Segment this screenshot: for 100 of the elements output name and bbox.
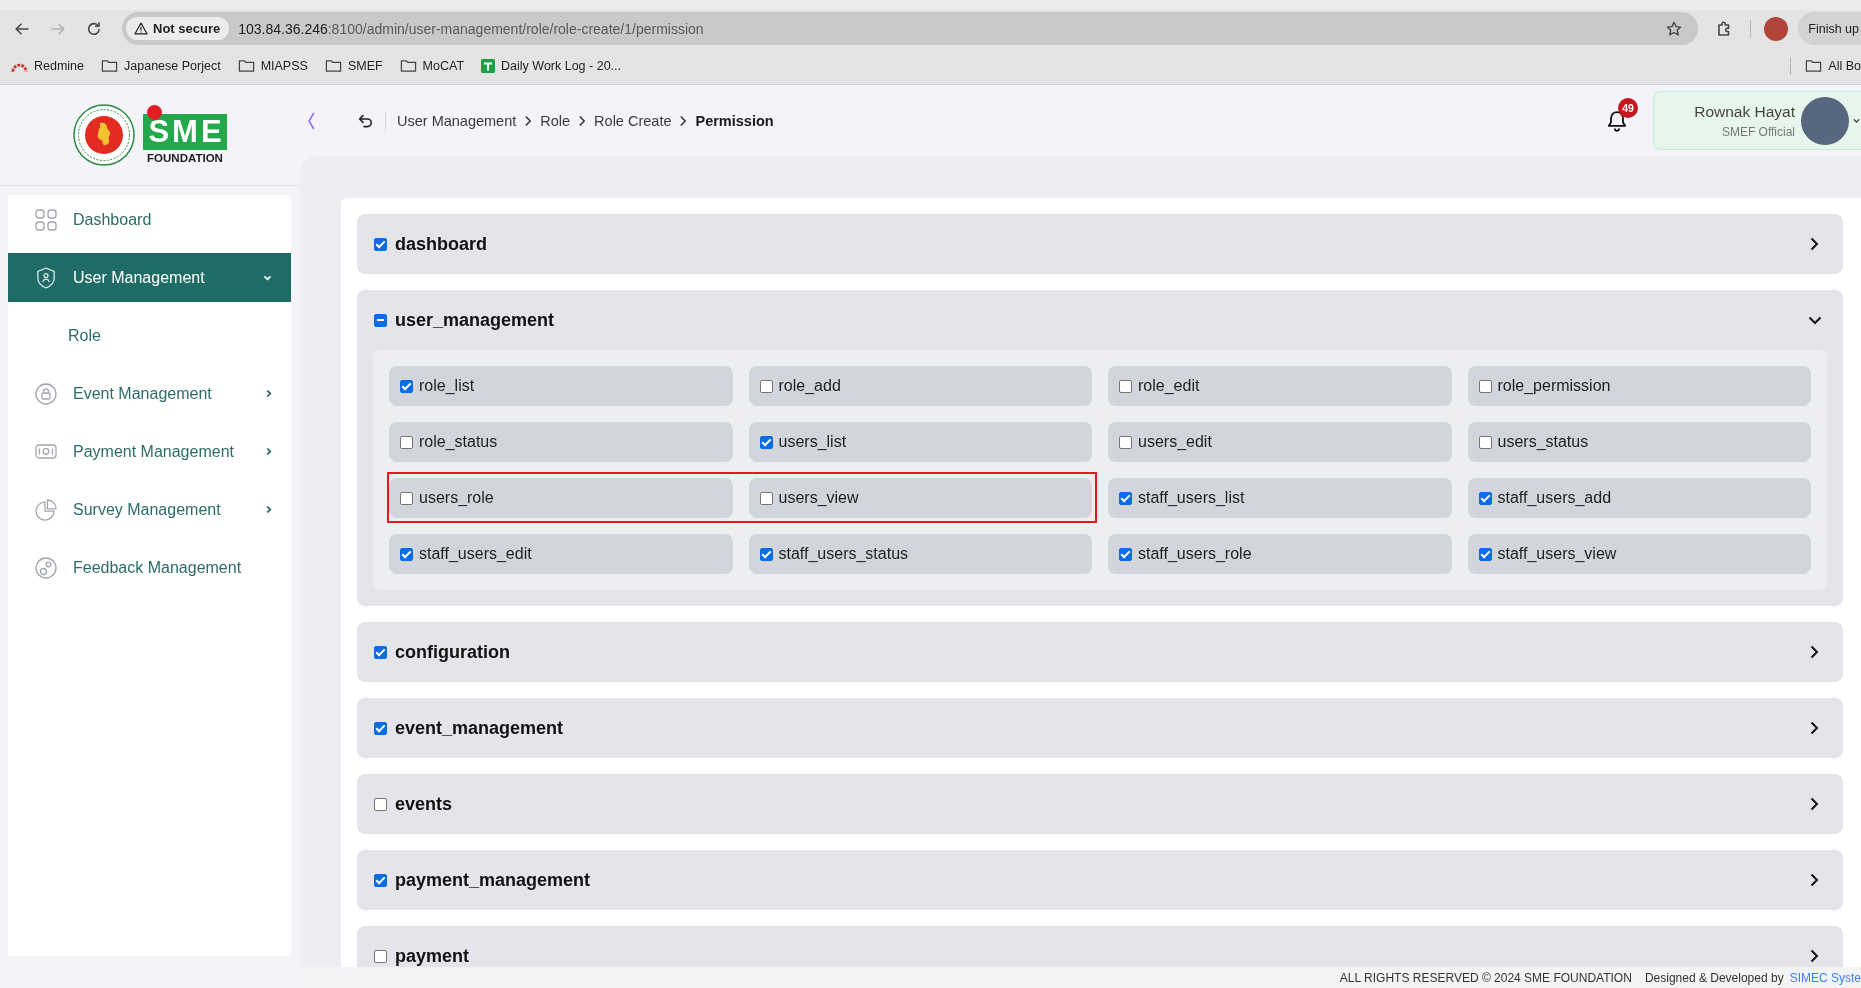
section-title[interactable]: user_management	[395, 309, 555, 331]
permission-option[interactable]: users_role	[389, 478, 733, 518]
folder-icon	[1805, 58, 1823, 73]
emblem-icon	[73, 104, 136, 166]
profile-button[interactable]: Finish up	[1798, 12, 1861, 45]
shield-icon	[35, 266, 57, 289]
section-title[interactable]: payment	[395, 945, 470, 967]
checkbox[interactable]	[1119, 435, 1132, 449]
sidebar-item[interactable]: Event Management	[8, 369, 291, 418]
chevron-right-icon[interactable]	[1810, 873, 1819, 887]
chevron-right-icon[interactable]	[1810, 797, 1819, 811]
checkbox[interactable]	[759, 491, 773, 505]
checkbox[interactable]	[1478, 379, 1492, 393]
permission-option[interactable]: staff_users_edit	[389, 534, 733, 574]
checkbox[interactable]	[1119, 547, 1132, 561]
checkbox[interactable]	[759, 547, 773, 561]
sidebar-item[interactable]: User Management	[8, 253, 291, 302]
permission-option[interactable]: staff_users_list	[1108, 478, 1452, 518]
checkbox[interactable]	[374, 645, 387, 659]
chevron-down-icon[interactable]	[1808, 315, 1822, 325]
checkbox[interactable]	[1119, 379, 1132, 393]
logo-dot-icon	[147, 105, 163, 120]
checkbox[interactable]	[374, 873, 387, 887]
avatar-placeholder[interactable]	[1764, 16, 1789, 41]
checkbox[interactable]	[400, 547, 413, 561]
reload-icon[interactable]	[86, 20, 102, 37]
chevron-left-icon[interactable]	[307, 111, 315, 130]
bookmark[interactable]: Daily Work Log - 20...	[481, 58, 621, 73]
section-title[interactable]: events	[395, 793, 453, 815]
section-title[interactable]: configuration	[395, 641, 510, 663]
lock-icon	[35, 382, 57, 405]
spreadsheet-icon	[481, 58, 496, 73]
bookmark[interactable]: Redmine	[11, 58, 85, 73]
breadcrumb[interactable]: Role	[540, 112, 571, 129]
permission-option[interactable]: role_status	[389, 422, 733, 462]
checkbox[interactable]	[374, 721, 387, 735]
checkbox[interactable]	[374, 949, 387, 963]
url-text: 103.84.36.246:8100/admin/user-management/role/role-create/1/permission	[238, 20, 705, 37]
undo-icon[interactable]	[357, 112, 373, 129]
bookmark[interactable]: MIAPSS	[237, 58, 308, 73]
folder-icon	[237, 58, 255, 73]
star-icon[interactable]	[1666, 20, 1683, 37]
permission-option[interactable]: role_edit	[1108, 366, 1452, 406]
address-bar[interactable]: Not secure 103.84.36.246:8100/admin/user-management/role/role-create/1/permission	[122, 12, 1699, 45]
sidebar-item[interactable]: Feedback Management	[8, 543, 291, 592]
chevron-right-icon[interactable]	[1810, 645, 1819, 659]
chevron-down-icon	[1853, 117, 1860, 124]
permission-option[interactable]: role_permission	[1467, 366, 1811, 406]
checkbox[interactable]	[400, 435, 413, 449]
permission-option[interactable]: staff_users_role	[1108, 534, 1452, 574]
checkbox[interactable]	[374, 237, 387, 251]
sidebar-subitem[interactable]: Role	[8, 311, 291, 360]
breadcrumb[interactable]: User Management	[397, 112, 517, 129]
folder-icon	[101, 58, 119, 73]
permission-option[interactable]: role_list	[389, 366, 733, 406]
checkbox[interactable]	[1478, 547, 1492, 561]
permission-option[interactable]: staff_users_view	[1467, 534, 1811, 574]
checkbox[interactable]	[400, 491, 413, 505]
checkbox[interactable]	[374, 797, 387, 811]
chevron-right-icon[interactable]	[1810, 949, 1819, 963]
checkbox[interactable]	[374, 313, 387, 327]
warning-icon	[134, 22, 148, 35]
chevron-right-icon[interactable]	[1810, 237, 1819, 251]
permission-option[interactable]: users_view	[748, 478, 1092, 518]
credit-text: Designed & Developed by	[1644, 970, 1784, 985]
chevron-right-icon	[679, 114, 688, 127]
bookmark[interactable]: MoCAT	[399, 58, 465, 73]
bookmark[interactable]: SMEF	[324, 58, 383, 73]
sidebar-item[interactable]: Survey Management	[8, 485, 291, 534]
permission-option[interactable]: users_edit	[1108, 422, 1452, 462]
sidebar-item[interactable]: Dashboard	[8, 195, 291, 244]
sidebar-item[interactable]: Payment Management	[8, 427, 291, 476]
permission-option[interactable]: role_add	[748, 366, 1092, 406]
avatar-placeholder	[1801, 96, 1849, 145]
chevron-right-icon	[578, 114, 587, 127]
checkbox[interactable]	[759, 435, 773, 449]
chevron-right-icon	[524, 114, 533, 127]
breadcrumb[interactable]: Role Create	[594, 112, 672, 129]
security-chip[interactable]: Not secure	[126, 17, 230, 40]
permission-option[interactable]: staff_users_status	[748, 534, 1092, 574]
section-title[interactable]: event_management	[395, 717, 564, 739]
breadcrumb: Permission	[695, 112, 774, 129]
bookmark[interactable]: Japanese Porject	[101, 58, 221, 73]
checkbox[interactable]	[1478, 491, 1492, 505]
user-role: SMEF Official	[1721, 124, 1795, 139]
permission-option[interactable]: staff_users_add	[1467, 478, 1811, 518]
checkbox[interactable]	[400, 379, 413, 393]
permission-option[interactable]: users_list	[748, 422, 1092, 462]
chevron-right-icon[interactable]	[1810, 721, 1819, 735]
notification-badge: 49	[1618, 97, 1638, 118]
permission-option[interactable]: users_status	[1467, 422, 1811, 462]
brand-name: SME	[143, 114, 227, 150]
checkbox[interactable]	[759, 379, 773, 393]
user-menu[interactable]: Rownak Hayat SMEF Official	[1653, 91, 1861, 150]
checkbox[interactable]	[1119, 491, 1132, 505]
section-title[interactable]: dashboard	[395, 233, 487, 255]
bookmark[interactable]: All Bo	[1805, 58, 1861, 73]
folder-icon	[324, 58, 342, 73]
checkbox[interactable]	[1478, 435, 1492, 449]
section-title[interactable]: payment_management	[395, 869, 591, 891]
